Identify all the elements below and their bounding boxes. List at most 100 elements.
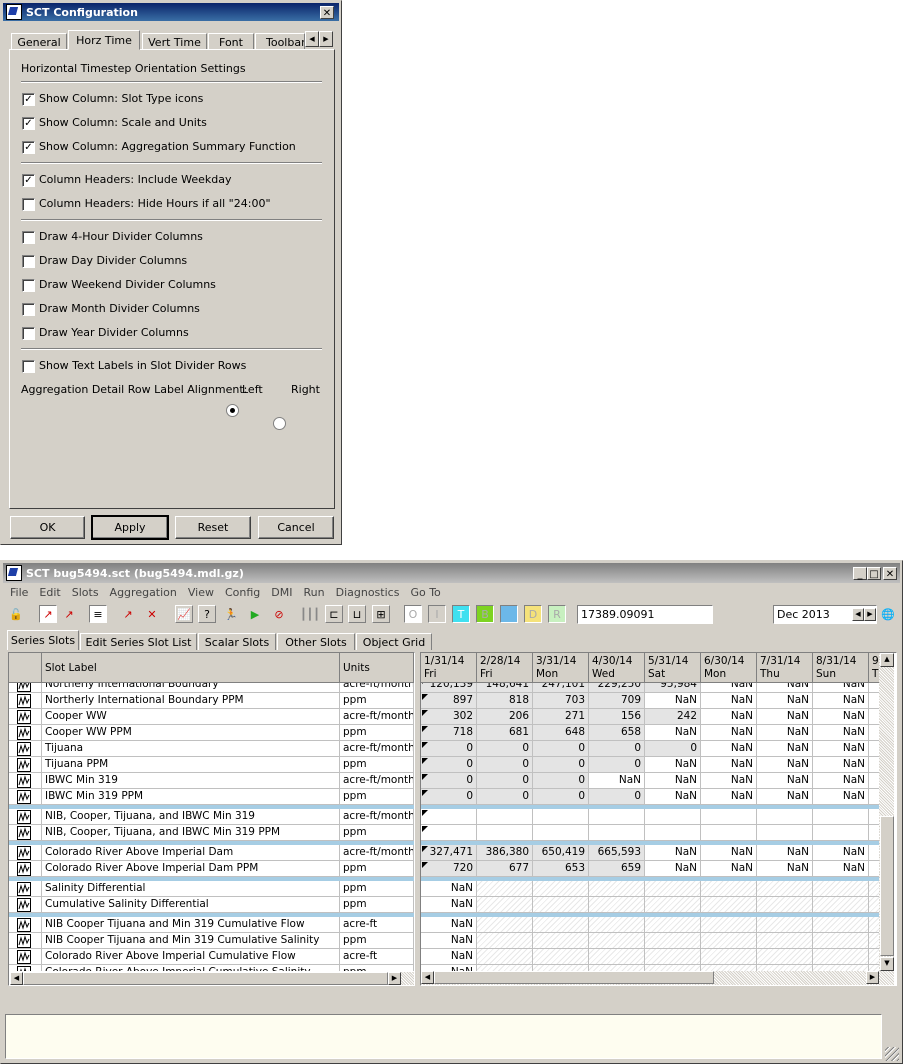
- menu-edit[interactable]: Edit: [39, 586, 60, 599]
- left-hscroll-thumb[interactable]: [23, 972, 388, 985]
- value-cell[interactable]: [869, 881, 879, 897]
- option-checkbox[interactable]: ✓: [22, 174, 35, 187]
- value-cell[interactable]: N: [869, 773, 879, 789]
- value-cell[interactable]: NaN: [757, 741, 813, 757]
- value-cell[interactable]: [757, 809, 813, 825]
- tab-scroll-right-icon[interactable]: ▶: [319, 31, 333, 47]
- value-cell[interactable]: [757, 917, 813, 933]
- tab-vert-time[interactable]: Vert Time: [142, 33, 207, 50]
- scroll-up-icon[interactable]: ▲: [880, 653, 894, 667]
- value-cell[interactable]: 271: [533, 709, 589, 725]
- lock-icon[interactable]: 🔓: [7, 605, 25, 623]
- value-field[interactable]: 17389.09091: [577, 605, 713, 624]
- value-cell[interactable]: [533, 933, 589, 949]
- flag-o-icon[interactable]: O: [404, 605, 422, 623]
- slot-label-header[interactable]: Slot Label: [42, 653, 340, 683]
- date-select[interactable]: Dec 2013 ◀ ▶: [773, 605, 877, 624]
- value-cell[interactable]: [701, 917, 757, 933]
- value-cell[interactable]: 0: [589, 757, 645, 773]
- value-cell[interactable]: 0: [533, 789, 589, 805]
- value-cell[interactable]: 0: [533, 741, 589, 757]
- value-cell[interactable]: 0: [533, 757, 589, 773]
- table-row[interactable]: IBWC Min 319 acre-ft/month: [9, 773, 414, 789]
- menu-dmi[interactable]: DMI: [271, 586, 292, 599]
- slot-label-cell[interactable]: Cooper WW PPM: [42, 725, 340, 741]
- align-right-radio[interactable]: [273, 417, 286, 430]
- flag-t-icon[interactable]: T: [452, 605, 470, 623]
- value-cell[interactable]: NaN: [813, 725, 869, 741]
- table-row[interactable]: NIB Cooper Tijuana and Min 319 Cumulativ…: [9, 933, 414, 949]
- value-cell[interactable]: 0: [421, 757, 477, 773]
- option-checkbox[interactable]: [22, 279, 35, 292]
- value-cell[interactable]: NaN: [757, 757, 813, 773]
- value-cell[interactable]: 648: [533, 725, 589, 741]
- option-checkbox[interactable]: ✓: [22, 141, 35, 154]
- value-cell[interactable]: [589, 825, 645, 841]
- table-row[interactable]: IBWC Min 319 PPM ppm: [9, 789, 414, 805]
- value-cell[interactable]: NaN: [421, 949, 477, 965]
- slot-label-cell[interactable]: Tijuana: [42, 741, 340, 757]
- value-cell[interactable]: 120,139: [421, 683, 477, 693]
- tab-scroll-left-icon[interactable]: ◀: [305, 31, 319, 47]
- value-cell[interactable]: [533, 825, 589, 841]
- value-cell[interactable]: NaN: [757, 861, 813, 877]
- value-cell[interactable]: [533, 881, 589, 897]
- value-cell[interactable]: [757, 881, 813, 897]
- value-cell[interactable]: [869, 897, 879, 913]
- value-cell[interactable]: [533, 809, 589, 825]
- value-cell[interactable]: 386,380: [477, 845, 533, 861]
- tab-toolbar[interactable]: Toolbar: [255, 33, 305, 50]
- value-cell[interactable]: NaN: [813, 789, 869, 805]
- value-cell[interactable]: 659: [589, 861, 645, 877]
- value-cell[interactable]: [589, 917, 645, 933]
- value-cell[interactable]: N: [869, 789, 879, 805]
- value-cell[interactable]: NaN: [645, 789, 701, 805]
- scroll-right-icon[interactable]: ▶: [388, 972, 401, 985]
- align-left-radio[interactable]: [226, 404, 239, 417]
- value-cell[interactable]: [701, 881, 757, 897]
- menu-go-to[interactable]: Go To: [410, 586, 440, 599]
- menu-aggregation[interactable]: Aggregation: [110, 586, 177, 599]
- flag-blue-icon[interactable]: [500, 605, 518, 623]
- value-cell[interactable]: 818: [477, 693, 533, 709]
- value-cell[interactable]: NaN: [813, 773, 869, 789]
- slot-label-cell[interactable]: NIB Cooper Tijuana and Min 319 Cumulativ…: [42, 933, 340, 949]
- value-cell[interactable]: [813, 825, 869, 841]
- table-row[interactable]: Tijuana acre-ft/month: [9, 741, 414, 757]
- value-cell[interactable]: [645, 825, 701, 841]
- value-cell[interactable]: [813, 933, 869, 949]
- value-cell[interactable]: NaN: [645, 693, 701, 709]
- table-row[interactable]: Northerly International Boundary acre-ft/…: [9, 683, 414, 693]
- shift-left-icon[interactable]: ⊏: [325, 605, 343, 623]
- option-checkbox[interactable]: [22, 303, 35, 316]
- table-row[interactable]: Cumulative Salinity Differential ppm: [9, 897, 414, 913]
- menu-slots[interactable]: Slots: [72, 586, 99, 599]
- table-row[interactable]: NIB Cooper Tijuana and Min 319 Cumulativ…: [9, 917, 414, 933]
- value-cell[interactable]: [645, 917, 701, 933]
- value-cell[interactable]: [813, 809, 869, 825]
- value-cell[interactable]: 658: [589, 725, 645, 741]
- date-column-header[interactable]: 9T: [869, 653, 879, 683]
- slot-label-cell[interactable]: NIB, Cooper, Tijuana, and IBWC Min 319 P…: [42, 825, 340, 841]
- menu-view[interactable]: View: [188, 586, 214, 599]
- slot-label-cell[interactable]: NIB, Cooper, Tijuana, and IBWC Min 319: [42, 809, 340, 825]
- rows-icon[interactable]: ≡: [89, 605, 107, 623]
- value-cell[interactable]: [533, 917, 589, 933]
- value-cell[interactable]: 302: [421, 709, 477, 725]
- value-cell[interactable]: [645, 897, 701, 913]
- value-cell[interactable]: 681: [477, 725, 533, 741]
- value-cell[interactable]: [645, 881, 701, 897]
- value-cell[interactable]: NaN: [701, 861, 757, 877]
- option-checkbox[interactable]: ✓: [22, 93, 35, 106]
- value-cell[interactable]: N: [869, 683, 879, 693]
- value-cell[interactable]: 0: [421, 773, 477, 789]
- date-column-header[interactable]: 2/28/14 Fri: [477, 653, 533, 683]
- value-cell[interactable]: NaN: [421, 917, 477, 933]
- option-checkbox[interactable]: [22, 198, 35, 211]
- table-row[interactable]: Colorado River Above Imperial Cumulative…: [9, 949, 414, 965]
- value-cell[interactable]: [869, 825, 879, 841]
- value-cell[interactable]: 242: [645, 709, 701, 725]
- slot-label-cell[interactable]: Northerly International Boundary: [42, 683, 340, 693]
- value-cell[interactable]: [757, 825, 813, 841]
- fit-icon[interactable]: ⊞: [372, 605, 390, 623]
